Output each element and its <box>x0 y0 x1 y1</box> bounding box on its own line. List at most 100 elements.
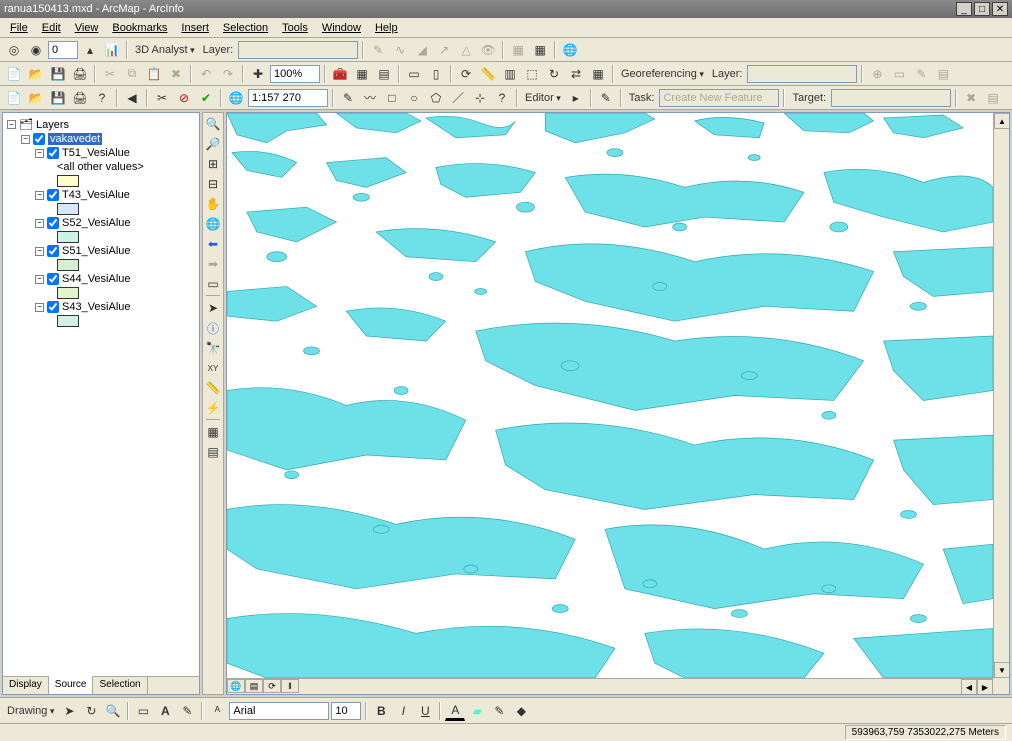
collapse-icon[interactable]: − <box>35 149 44 158</box>
catalog-icon[interactable]: ▤ <box>374 64 394 84</box>
target-icon[interactable]: ◎ <box>4 40 24 60</box>
pause-draw-button[interactable]: ‖ <box>281 679 299 693</box>
steep-icon[interactable]: △ <box>456 40 476 60</box>
minimize-button[interactable]: _ <box>956 2 972 16</box>
control-point-icon[interactable]: ⊕ <box>867 64 887 84</box>
select-features-icon[interactable]: ▭ <box>204 275 222 293</box>
layer-checkbox[interactable] <box>47 273 59 285</box>
graph-icon[interactable]: 📊 <box>102 40 122 60</box>
cmd-icon[interactable]: ▦ <box>352 64 372 84</box>
rotate-icon[interactable]: ↻ <box>544 64 564 84</box>
toc-layer[interactable]: − T51_VesiAlue <box>7 146 195 160</box>
layer-label[interactable]: T51_VesiAlue <box>62 147 130 159</box>
zoom-layer-icon[interactable]: 🔍 <box>103 701 123 721</box>
full-extent-icon[interactable]: 🌐 <box>204 215 222 233</box>
rectify-icon[interactable]: ▦ <box>588 64 608 84</box>
editor-dropdown[interactable]: Editor <box>522 92 564 104</box>
scale-icon[interactable]: 🌐 <box>226 88 246 108</box>
cut-icon[interactable]: ✂ <box>100 64 120 84</box>
scale-combo[interactable] <box>248 89 328 107</box>
attrib-icon[interactable]: ✖ <box>961 88 981 108</box>
toc-layer[interactable]: − S51_VesiAlue <box>7 244 195 258</box>
print-icon[interactable]: 🖨 <box>70 64 90 84</box>
open2-icon[interactable]: 📂 <box>26 88 46 108</box>
toc-layer[interactable]: − S44_VesiAlue <box>7 272 195 286</box>
whatsthis-icon[interactable]: ? <box>492 88 512 108</box>
prev-icon[interactable]: ◀ <box>122 88 142 108</box>
layer-stack-icon[interactable]: ▦ <box>508 40 528 60</box>
time-icon[interactable]: ▤ <box>204 443 222 461</box>
toc-layer[interactable]: − S43_VesiAlue <box>7 300 195 314</box>
viewshed-icon[interactable]: 👁 <box>478 40 498 60</box>
italic-icon[interactable]: I <box>393 701 413 721</box>
pointer-icon[interactable]: ➤ <box>204 299 222 317</box>
toc-root[interactable]: − 🗂 Layers <box>7 117 195 132</box>
layer-label[interactable]: S44_VesiAlue <box>62 273 131 285</box>
layer-swatch[interactable] <box>57 259 79 271</box>
save2-icon[interactable]: 💾 <box>48 88 68 108</box>
select-layer-icon[interactable]: ▥ <box>500 64 520 84</box>
spin-input[interactable] <box>48 41 78 59</box>
layer-checkbox[interactable] <box>47 245 59 257</box>
layer-label[interactable]: S43_VesiAlue <box>62 301 131 313</box>
collapse-icon[interactable]: − <box>7 120 16 129</box>
sel-rect-icon[interactable]: ▭ <box>404 64 424 84</box>
scroll-down-icon[interactable]: ▼ <box>994 662 1010 678</box>
layer-checkbox[interactable] <box>47 217 59 229</box>
toc-layer[interactable]: − T43_VesiAlue <box>7 188 195 202</box>
georeferencing-dropdown[interactable]: Georeferencing <box>618 68 707 80</box>
layout-view-button[interactable]: ▤ <box>245 679 263 693</box>
rectangle-icon[interactable]: ▭ <box>133 701 153 721</box>
link-table-icon[interactable]: ▭ <box>889 64 909 84</box>
cancel-icon[interactable]: ⊘ <box>174 88 194 108</box>
font-size-combo[interactable] <box>331 702 361 720</box>
redo-icon[interactable]: ↷ <box>218 64 238 84</box>
georef-layer-combo[interactable] <box>747 65 857 83</box>
edit-shapes-icon[interactable]: ✎ <box>177 701 197 721</box>
menu-bookmarks[interactable]: Bookmarks <box>106 20 173 36</box>
polygon-icon[interactable]: ⬠ <box>426 88 446 108</box>
zoom-in-icon[interactable]: 🔍 <box>204 115 222 133</box>
copy-icon[interactable]: ⧉ <box>122 64 142 84</box>
toc-tab-display[interactable]: Display <box>3 677 49 694</box>
menu-window[interactable]: Window <box>316 20 367 36</box>
layer-checkbox[interactable] <box>47 301 59 313</box>
menu-edit[interactable]: Edit <box>36 20 67 36</box>
fill-color-icon[interactable]: ▰ <box>467 701 487 721</box>
sketch-icon[interactable]: ✎ <box>338 88 358 108</box>
forward-icon[interactable]: ➡ <box>204 255 222 273</box>
edit-pointer-icon[interactable]: ▸ <box>566 88 586 108</box>
map-scrollbar-vertical[interactable]: ▲ ▼ <box>993 113 1009 678</box>
layer-label-selected[interactable]: vakavedet <box>48 133 102 145</box>
map-canvas[interactable]: ▲ ▼ 🌐 ▤ ⟳ ‖ ◀ ▶ <box>226 112 1010 695</box>
toc-tab-selection[interactable]: Selection <box>93 677 147 694</box>
view-link-icon[interactable]: ▤ <box>933 64 953 84</box>
layer-swatch[interactable] <box>57 315 79 327</box>
flip-icon[interactable]: ⇄ <box>566 64 586 84</box>
collapse-icon[interactable]: − <box>21 135 30 144</box>
arcscene-icon[interactable]: 🌐 <box>560 40 580 60</box>
layer-swatch[interactable] <box>57 203 79 215</box>
scroll-right-icon[interactable]: ▶ <box>977 679 993 695</box>
contour-icon[interactable]: ∿ <box>390 40 410 60</box>
new2-icon[interactable]: 📄 <box>4 88 24 108</box>
font-icon[interactable]: ᴬ <box>207 701 227 721</box>
undo-icon[interactable]: ↶ <box>196 64 216 84</box>
zoom-combo[interactable] <box>270 65 320 83</box>
toolbox-icon[interactable]: 🧰 <box>330 64 350 84</box>
help-icon[interactable]: ? <box>92 88 112 108</box>
goto-xy-icon[interactable]: XY <box>204 359 222 377</box>
refresh-view-button[interactable]: ⟳ <box>263 679 281 693</box>
layer-label[interactable]: T43_VesiAlue <box>62 189 130 201</box>
layer-label[interactable]: S52_VesiAlue <box>62 217 131 229</box>
scroll-up-icon[interactable]: ▲ <box>994 113 1010 129</box>
frame-zoom-in-icon[interactable]: ⊞ <box>204 155 222 173</box>
edit-sketch-icon[interactable]: ✎ <box>596 88 616 108</box>
menu-file[interactable]: File <box>4 20 34 36</box>
zoom-out-icon[interactable]: 🔎 <box>204 135 222 153</box>
menu-selection[interactable]: Selection <box>217 20 274 36</box>
stats-icon[interactable]: ▦ <box>530 40 550 60</box>
measure2-icon[interactable]: 📏 <box>204 379 222 397</box>
data-view-button[interactable]: 🌐 <box>227 679 245 693</box>
layer-swatch[interactable] <box>57 175 79 187</box>
